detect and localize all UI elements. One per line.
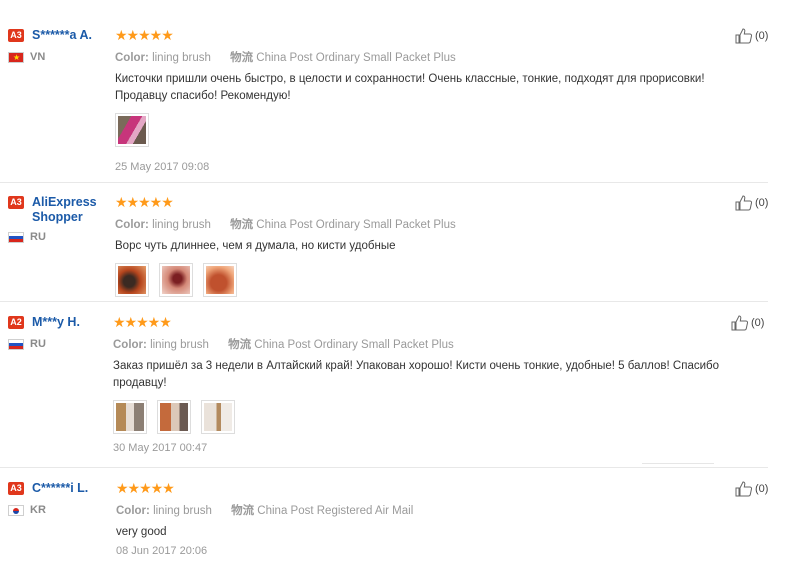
review-photos <box>115 113 735 147</box>
color-label: Color: <box>116 505 150 517</box>
useful-button[interactable]: (0) <box>731 315 764 331</box>
review-date: 25 May 2017 09:08 <box>115 161 210 173</box>
shipping-label: 物流 <box>228 339 252 351</box>
shipping-value: China Post Registered Air Mail <box>257 505 414 517</box>
useful-count: (0) <box>755 30 769 42</box>
useful-count: (0) <box>751 317 765 329</box>
useful-button[interactable]: (0) <box>735 195 768 211</box>
reviewer-name[interactable]: S******a A. <box>32 28 92 43</box>
order-info: Color: lining brush 物流 China Post Ordina… <box>115 216 735 232</box>
star-rating: ★★★★★ <box>113 314 172 330</box>
review-body: ★★★★★ Color: lining brush 物流 China Post … <box>116 480 736 558</box>
review-text: Кисточки пришли очень быстро, в целости … <box>115 73 705 102</box>
color-value: lining brush <box>152 52 211 64</box>
star-rating: ★★★★★ <box>115 27 174 43</box>
buyer-level-badge: A3 <box>8 482 24 495</box>
order-info: Color: lining brush 物流 China Post Ordina… <box>115 49 735 65</box>
order-info: Color: lining brush 物流 China Post Ordina… <box>113 336 723 352</box>
thumbs-up-icon <box>735 195 753 211</box>
star-rating: ★★★★★ <box>116 480 175 496</box>
useful-button[interactable]: (0) <box>735 28 768 44</box>
ru-flag-icon <box>8 338 24 350</box>
review-body: ★★★★★ Color: lining brush 物流 China Post … <box>113 315 723 454</box>
thumbs-up-icon <box>731 315 749 331</box>
ru-flag-icon <box>8 231 24 243</box>
vn-flag-icon <box>8 51 24 63</box>
buyer-level-badge: A3 <box>8 29 24 42</box>
review-text: Ворс чуть длиннее, чем я думала, но кист… <box>115 240 396 252</box>
reviewer-info: A3 C******i L. KR <box>8 481 108 516</box>
reviewer-info: A3 S******a A. VN <box>8 28 108 63</box>
review-photo[interactable] <box>157 400 191 434</box>
color-label: Color: <box>115 219 149 231</box>
review-date: 08 Jun 2017 20:06 <box>116 545 208 557</box>
reviewer-name[interactable]: C******i L. <box>32 481 88 496</box>
useful-count: (0) <box>755 197 769 209</box>
shipping-value: China Post Ordinary Small Packet Plus <box>254 339 454 351</box>
color-label: Color: <box>113 339 147 351</box>
country-code: RU <box>30 338 46 350</box>
reviewer-country: RU <box>8 338 108 350</box>
review-photo[interactable] <box>203 263 237 297</box>
reviewer-name[interactable]: AliExpress Shopper <box>32 195 108 225</box>
review-body: ★★★★★ Color: lining brush 物流 China Post … <box>115 28 735 173</box>
shipping-label: 物流 <box>230 219 254 231</box>
star-rating: ★★★★★ <box>115 194 174 210</box>
review-photo[interactable] <box>201 400 235 434</box>
reviewer-country: KR <box>8 504 108 516</box>
color-value: lining brush <box>150 339 209 351</box>
review-photos <box>115 263 735 297</box>
buyer-level-badge: A3 <box>8 196 24 209</box>
reviewer-country: RU <box>8 231 108 243</box>
color-value: lining brush <box>152 219 211 231</box>
divider <box>0 301 768 302</box>
shipping-value: China Post Ordinary Small Packet Plus <box>256 219 456 231</box>
thumbs-up-icon <box>735 481 753 497</box>
reviewer-country: VN <box>8 51 108 63</box>
review-text: very good <box>116 526 167 538</box>
shipping-value: China Post Ordinary Small Packet Plus <box>256 52 456 64</box>
order-info: Color: lining brush 物流 China Post Regist… <box>116 502 736 518</box>
buyer-level-badge: A2 <box>8 316 24 329</box>
review-date: 30 May 2017 00:47 <box>113 442 208 454</box>
country-code: VN <box>30 51 46 63</box>
divider <box>0 467 768 468</box>
review-text: Заказ пришёл за 3 недели в Алтайский кра… <box>113 360 720 389</box>
divider <box>642 463 714 464</box>
country-code: RU <box>30 231 46 243</box>
review-photos <box>113 400 723 434</box>
shipping-label: 物流 <box>230 52 254 64</box>
review-body: ★★★★★ Color: lining brush 物流 China Post … <box>115 195 735 297</box>
color-label: Color: <box>115 52 149 64</box>
shipping-label: 物流 <box>231 505 255 517</box>
useful-button[interactable]: (0) <box>735 481 768 497</box>
thumbs-up-icon <box>735 28 753 44</box>
color-value: lining brush <box>153 505 212 517</box>
reviewer-info: A2 M***y H. RU <box>8 315 108 350</box>
country-code: KR <box>30 504 46 516</box>
kr-flag-icon <box>8 504 24 516</box>
reviewer-info: A3 AliExpress Shopper RU <box>8 195 108 243</box>
review-photo[interactable] <box>115 263 149 297</box>
useful-count: (0) <box>755 483 769 495</box>
review-photo[interactable] <box>159 263 193 297</box>
review-photo[interactable] <box>115 113 149 147</box>
divider <box>0 182 768 183</box>
review-photo[interactable] <box>113 400 147 434</box>
reviewer-name[interactable]: M***y H. <box>32 315 80 330</box>
